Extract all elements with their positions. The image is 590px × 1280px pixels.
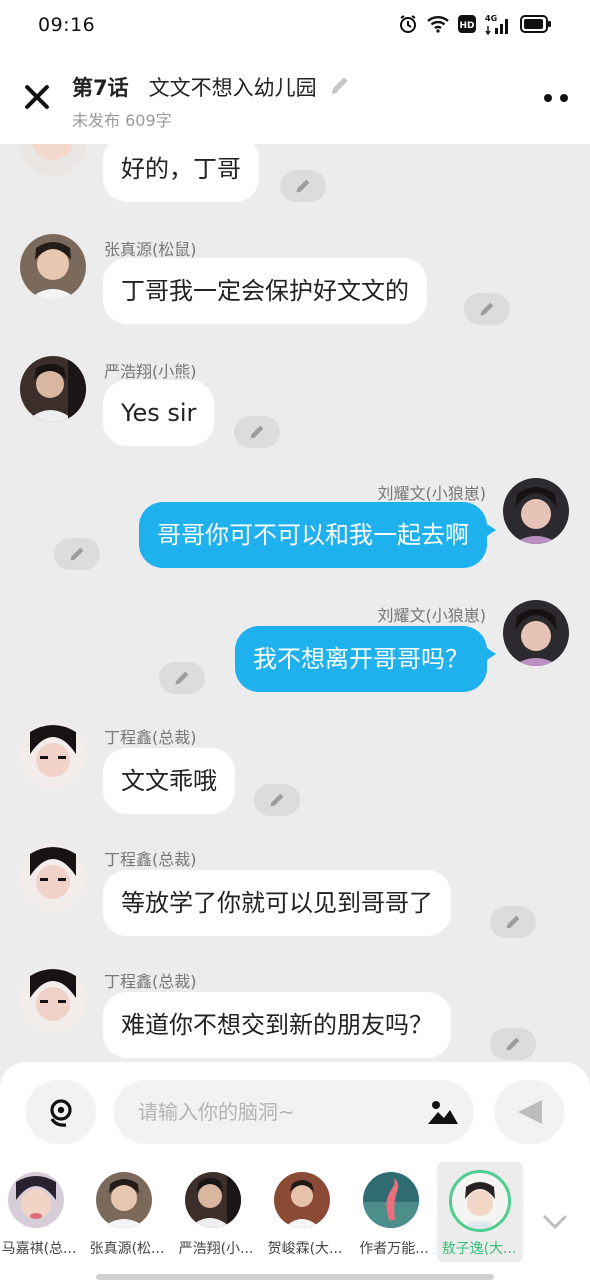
chat-area[interactable]: 好的，丁哥 张真源(松鼠) 丁哥我一定会保护好文文的 严浩翔(小熊) Yes s… xyxy=(0,144,590,1062)
svg-text:HD: HD xyxy=(459,21,474,31)
chat-bubble[interactable]: 好的，丁哥 xyxy=(103,144,259,202)
character-avatar xyxy=(363,1172,419,1228)
alarm-icon xyxy=(398,14,418,38)
avatar[interactable] xyxy=(20,144,86,176)
chat-bubble[interactable]: 难道你不想交到新的朋友吗？ xyxy=(103,992,451,1058)
character-label: 作者万能... xyxy=(359,1241,429,1257)
edit-message-button[interactable] xyxy=(254,784,300,816)
speaker-name: 张真源(松鼠) xyxy=(104,240,197,259)
edit-message-button[interactable] xyxy=(280,170,326,202)
chat-bubble[interactable]: 哥哥你可不可以和我一起去啊 xyxy=(139,502,496,568)
character-label: 贺峻霖(大... xyxy=(267,1241,343,1257)
character-avatar xyxy=(274,1172,330,1228)
character-item[interactable]: 马嘉祺(总... xyxy=(0,1162,81,1262)
avatar[interactable] xyxy=(20,234,86,300)
character-avatar xyxy=(449,1170,511,1232)
input-bar xyxy=(0,1062,590,1162)
character-avatar xyxy=(185,1172,241,1228)
edit-pencil-icon[interactable] xyxy=(329,74,351,100)
character-bar: 马嘉祺(总... 张真源(松... 严浩翔(小... 贺峻霖(大... 作者万能… xyxy=(0,1162,590,1280)
character-label: 马嘉祺(总... xyxy=(1,1241,77,1257)
edit-message-button[interactable] xyxy=(54,538,100,570)
edit-message-button[interactable] xyxy=(490,906,536,938)
edit-message-button[interactable] xyxy=(234,416,280,448)
episode-title[interactable]: 文文不想入幼儿园 xyxy=(149,72,317,102)
character-label: 严浩翔(小... xyxy=(178,1241,254,1257)
title-row: 第7话 文文不想入幼儿园 xyxy=(72,72,351,102)
signal-icon: 4G xyxy=(485,14,511,36)
edit-message-button[interactable] xyxy=(464,293,510,325)
character-item[interactable]: 张真源(松... xyxy=(85,1162,169,1262)
avatar[interactable] xyxy=(20,844,86,910)
battery-icon xyxy=(520,15,552,37)
story-input[interactable] xyxy=(114,1080,474,1144)
speaker-name: 严浩翔(小熊) xyxy=(104,362,197,381)
avatar[interactable] xyxy=(20,722,86,788)
episode-number: 第7话 xyxy=(72,76,129,100)
character-label: 张真源(松... xyxy=(89,1241,165,1257)
status-time: 09:16 xyxy=(38,14,96,36)
avatar[interactable] xyxy=(503,600,569,666)
chat-bubble[interactable]: 等放学了你就可以见到哥哥了 xyxy=(103,870,451,936)
hd-icon: HD xyxy=(458,15,476,37)
speaker-name: 丁程鑫(总裁) xyxy=(104,850,197,869)
character-label: 敖子逸(大... xyxy=(441,1241,517,1257)
chevron-down-icon[interactable] xyxy=(540,1206,570,1236)
speaker-name: 刘耀文(小狼崽) xyxy=(377,606,487,625)
character-item-selected[interactable]: 敖子逸(大... xyxy=(437,1162,523,1262)
status-icons: HD 4G xyxy=(398,14,552,38)
more-icon[interactable] xyxy=(544,94,568,102)
wifi-icon xyxy=(427,15,449,37)
story-header: 第7话 文文不想入幼儿园 未发布 609字 xyxy=(0,54,590,144)
voice-icon xyxy=(46,1097,76,1131)
chat-bubble[interactable]: 文文乖哦 xyxy=(103,748,235,814)
character-item[interactable]: 作者万能... xyxy=(352,1162,436,1262)
send-icon xyxy=(516,1098,544,1130)
word-count-status: 未发布 609字 xyxy=(72,111,172,130)
chat-bubble[interactable]: 我不想离开哥哥吗？ xyxy=(235,626,496,692)
character-avatar xyxy=(96,1172,152,1228)
edit-message-button[interactable] xyxy=(159,662,205,694)
character-item[interactable]: 严浩翔(小... xyxy=(174,1162,258,1262)
character-item[interactable]: 贺峻霖(大... xyxy=(263,1162,347,1262)
send-button[interactable] xyxy=(494,1080,564,1144)
status-bar: 09:16 HD 4G xyxy=(0,0,590,54)
edit-message-button[interactable] xyxy=(490,1028,536,1060)
character-avatar xyxy=(8,1172,64,1228)
chat-bubble[interactable]: 丁哥我一定会保护好文文的 xyxy=(103,258,427,324)
speaker-name: 丁程鑫(总裁) xyxy=(104,972,197,991)
avatar[interactable] xyxy=(20,966,86,1032)
close-icon[interactable] xyxy=(24,84,50,110)
image-icon[interactable] xyxy=(426,1098,460,1126)
chat-bubble[interactable]: Yes sir xyxy=(103,380,215,446)
scroll-handle[interactable] xyxy=(96,1274,494,1280)
speaker-name: 刘耀文(小狼崽) xyxy=(377,484,487,503)
voice-button[interactable] xyxy=(26,1080,96,1144)
avatar[interactable] xyxy=(503,478,569,544)
avatar[interactable] xyxy=(20,356,86,422)
speaker-name: 丁程鑫(总裁) xyxy=(104,728,197,747)
